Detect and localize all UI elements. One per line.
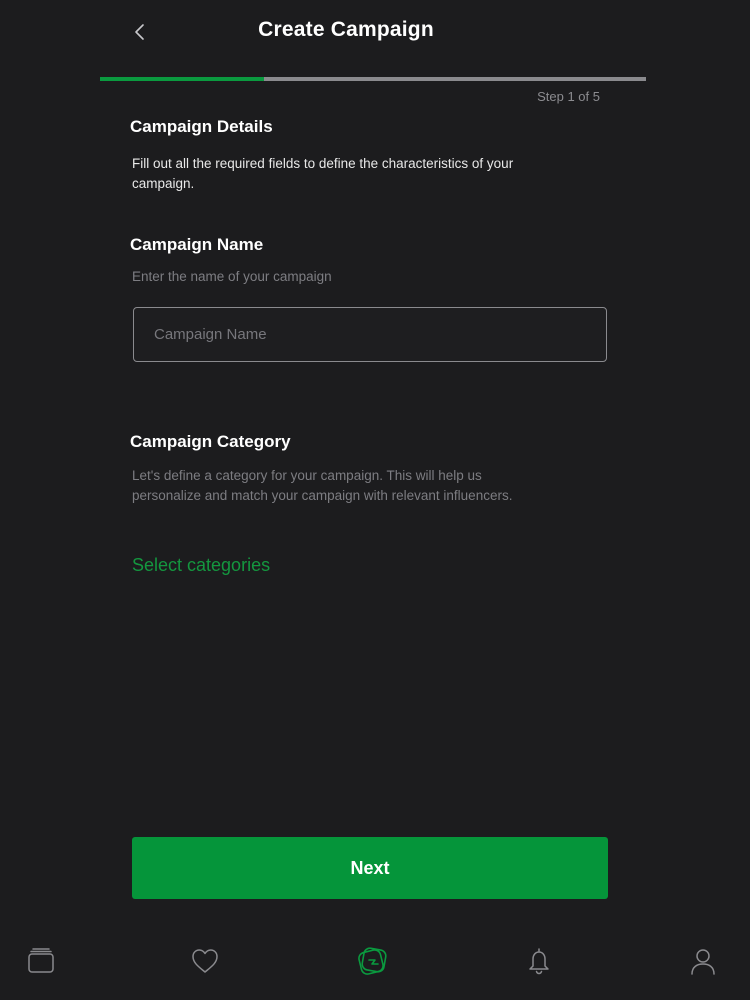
tab-notifications[interactable] [519,941,559,981]
campaign-icon [358,947,387,975]
header: Create Campaign [0,0,750,70]
campaign-name-hint: Enter the name of your campaign [132,269,332,284]
tab-profile[interactable] [683,941,723,981]
select-categories-link[interactable]: Select categories [132,555,270,576]
cards-icon [28,948,54,973]
campaign-name-field-box [133,307,607,362]
step-label: Step 1 of 5 [537,89,600,104]
campaign-name-input[interactable] [134,308,606,361]
user-icon [691,949,715,975]
tab-favorites[interactable] [185,941,225,981]
heart-icon [192,949,218,973]
next-button[interactable]: Next [132,837,608,899]
tab-bar [0,925,750,1000]
progress-bar [100,77,646,81]
bell-icon [529,948,549,975]
campaign-category-description: Let's define a category for your campaig… [132,468,513,503]
tab-cards[interactable] [21,941,61,981]
campaign-details-title: Campaign Details [130,117,273,136]
campaign-name-title: Campaign Name [130,235,264,254]
campaign-details-description: Fill out all the required fields to defi… [132,156,514,191]
tab-campaigns[interactable] [352,941,392,981]
campaign-category-title: Campaign Category [130,432,291,451]
page-title: Create Campaign [258,18,434,41]
progress-bar-fill [100,77,264,81]
